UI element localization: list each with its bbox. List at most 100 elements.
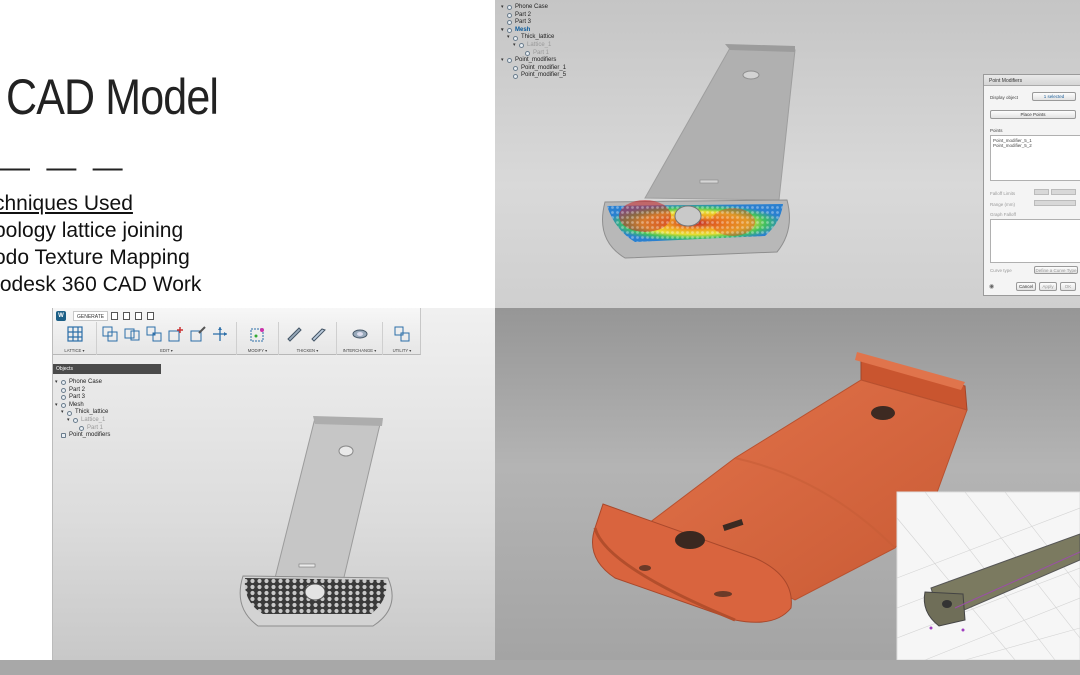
title-rule: — — — [0, 151, 127, 184]
range-field[interactable] [1034, 200, 1076, 206]
falloff-field[interactable] [1034, 189, 1049, 195]
tree-item[interactable]: ▾ Mesh [55, 402, 110, 410]
lattice-icon [519, 43, 524, 49]
falloff-field[interactable] [1051, 189, 1076, 195]
group-label: UTILITY ▾ [392, 348, 412, 353]
add-node-icon[interactable] [167, 325, 185, 343]
objects-panel-header: Objects [53, 364, 161, 374]
falloff-label: Falloff Limits [990, 191, 1016, 196]
place-points-button[interactable]: Place Points [990, 110, 1076, 119]
tree-item[interactable]: Part 1 [55, 425, 110, 433]
folder-icon[interactable] [135, 312, 142, 320]
body-icon [507, 20, 512, 26]
body-icon [61, 380, 66, 386]
toolbar: W GENERATE LATTICE ▾ EDIT ▾ MODIFY ▾ THI… [53, 308, 421, 355]
tree-item[interactable]: ▾ Lattice_1 [501, 42, 566, 50]
help-icon[interactable]: ◉ [989, 283, 994, 290]
toolbar-group-lattice: LATTICE ▾ [53, 322, 97, 355]
ok-button[interactable]: OK [1060, 282, 1076, 291]
technique-item: odo Texture Mapping [0, 246, 190, 269]
falloff-graph [990, 219, 1080, 263]
technique-item: todesk 360 CAD Work [0, 273, 202, 296]
app-logo-icon[interactable]: W [56, 311, 66, 321]
tree-item[interactable]: Point_modifier_1 [501, 65, 566, 73]
lattice-edit-icon[interactable] [101, 325, 119, 343]
group-label: MODIFY ▾ [247, 348, 268, 353]
body-icon [507, 5, 512, 11]
model-tree: ▾ Phone Case Part 2 Part 3 ▾ Mesh ▾ Thick_l… [501, 4, 566, 80]
lattice-workspace[interactable]: W GENERATE LATTICE ▾ EDIT ▾ MODIFY ▾ THI… [52, 308, 495, 660]
new-file-icon[interactable] [111, 312, 118, 320]
tree-item[interactable]: ▾ Lattice_1 [55, 417, 110, 425]
technique-item: pology lattice joining [0, 219, 184, 242]
toolbar-group-edit: EDIT ▾ [97, 322, 237, 355]
folder-icon [61, 433, 66, 439]
group-label: THICKEN ▾ [296, 348, 319, 353]
tree-item[interactable]: Part 2 [501, 12, 566, 20]
tree-item[interactable]: Point_modifier_5 [501, 72, 566, 80]
slide-title: CAD Model [6, 69, 219, 125]
tree-item[interactable]: ▾ Phone Case [501, 4, 566, 12]
inset-thumbnail [896, 491, 1080, 660]
slide-footer-bar [0, 660, 1080, 675]
lattice-icon [73, 418, 78, 424]
lattice-icon [513, 35, 518, 41]
render-viewport[interactable] [495, 308, 1080, 660]
lattice-icon[interactable] [66, 325, 84, 343]
mesh-icon [507, 28, 512, 34]
body-icon [525, 50, 530, 56]
lattice-icon [67, 410, 72, 416]
group-label: EDIT ▾ [160, 348, 173, 353]
move-icon[interactable] [211, 325, 229, 343]
display-object-label: Display object [990, 95, 1019, 100]
tree-item[interactable]: Part 1 [501, 50, 566, 58]
modifier-icon [507, 58, 512, 64]
techniques-list: chniques Used pology lattice joining odo… [0, 190, 234, 298]
group-label: LATTICE ▾ [64, 348, 85, 353]
tree-item[interactable]: Part 3 [55, 394, 110, 402]
mesh-icon [61, 403, 66, 409]
lattice-merge-icon[interactable] [123, 325, 141, 343]
tree-item[interactable]: Part 2 [55, 387, 110, 395]
lattice-offset-icon[interactable] [145, 325, 163, 343]
modify-points-icon[interactable] [249, 325, 267, 343]
tree-item[interactable]: Part 3 [501, 19, 566, 27]
toolbar-group-interchange: INTERCHANGE ▾ [337, 322, 383, 355]
body-icon [79, 425, 84, 431]
graph-label: Graph Falloff [990, 212, 1016, 217]
open-file-icon[interactable] [123, 312, 130, 320]
toolbar-group-modify: MODIFY ▾ [237, 322, 279, 355]
brush-icon[interactable] [189, 325, 207, 343]
interchange-icon[interactable] [351, 325, 369, 343]
body-icon [61, 395, 66, 401]
lattice-model-drawing [239, 416, 393, 627]
range-label: Range (mm) [990, 202, 1016, 207]
group-label: INTERCHANGE ▾ [342, 348, 377, 353]
apply-button[interactable]: Apply [1039, 282, 1057, 291]
tree-item[interactable]: ▾ Mesh [501, 27, 566, 35]
toolbar-group-utility: UTILITY ▾ [383, 322, 421, 355]
thicken-variable-icon[interactable] [309, 325, 327, 343]
tree-item[interactable]: ▾ Thick_lattice [501, 34, 566, 42]
orange-model-render [592, 352, 1080, 660]
points-label: Points [990, 128, 1003, 133]
curve-type-select[interactable]: Define a Curve Type [1034, 266, 1078, 274]
tree-item[interactable]: ▾ Phone Case [55, 379, 110, 387]
display-object-select[interactable]: 1 selected [1032, 92, 1076, 101]
objects-tree: ▾ Phone Case Part 2 Part 3 ▾ Mesh ▾ Thick_l… [55, 379, 110, 440]
thicken-icon[interactable] [285, 325, 303, 343]
point-icon [513, 66, 518, 72]
tree-item[interactable]: ▾ Point_modifiers [501, 57, 566, 65]
point-modifiers-dialog: Point Modifiers Display object 1 selecte… [983, 74, 1080, 296]
save-icon[interactable] [147, 312, 154, 320]
points-list[interactable]: Point_modifier_5_1 Point_modifier_5_2 [990, 135, 1080, 181]
body-icon [507, 12, 512, 18]
cancel-button[interactable]: Cancel [1016, 282, 1036, 291]
point-entry[interactable]: Point_modifier_5_2 [993, 143, 1079, 148]
tree-item[interactable]: Point_modifiers [55, 432, 110, 440]
tree-item[interactable]: ▾ Thick_lattice [55, 409, 110, 417]
mode-tab[interactable]: GENERATE [73, 311, 109, 321]
point-icon [513, 73, 518, 79]
utility-icon[interactable] [393, 325, 411, 343]
toolbar-group-thicken: THICKEN ▾ [279, 322, 337, 355]
